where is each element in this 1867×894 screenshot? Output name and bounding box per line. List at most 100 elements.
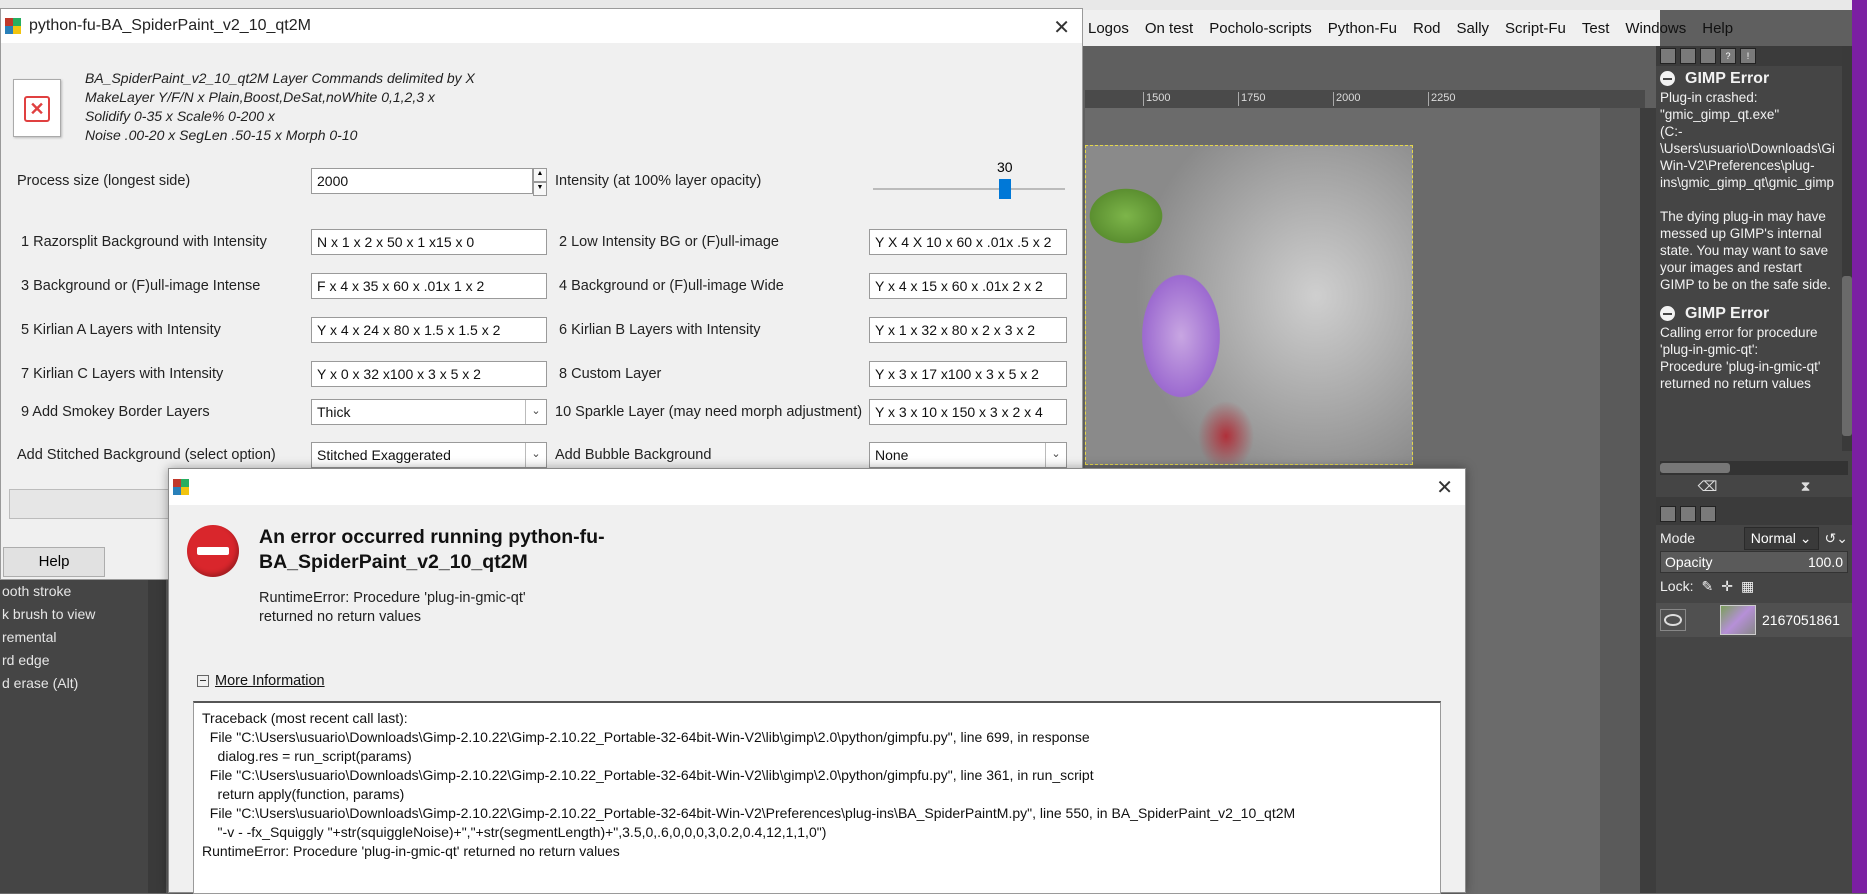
stepper-up-icon[interactable]: ▲ <box>533 168 547 182</box>
image-photo[interactable] <box>1085 145 1413 465</box>
chevron-down-icon[interactable]: ⌄ <box>525 443 546 467</box>
tool-option-label: d erase (Alt) <box>2 675 79 691</box>
canvas-vertical-scrollbar[interactable] <box>1640 108 1656 893</box>
lock-pixels-icon[interactable]: ✎ <box>1701 578 1713 595</box>
lock-position-icon[interactable]: ✛ <box>1721 578 1733 595</box>
layer-command-input[interactable]: Y x 1 x 32 x 80 x 2 x 3 x 2 <box>869 317 1067 343</box>
mode-row: Mode Normal ⌄ ↺⌄ <box>1656 525 1852 551</box>
dock-tabs: ? ! <box>1656 46 1852 66</box>
close-icon[interactable]: ✕ <box>1053 15 1070 40</box>
collapse-icon[interactable] <box>197 675 209 687</box>
error-titlebar[interactable]: ✕ <box>169 469 1465 505</box>
patterns-tab-icon[interactable] <box>1680 48 1696 64</box>
process-size-input[interactable]: 2000 <box>311 168 533 194</box>
error-line: (C:- <box>1660 124 1683 139</box>
tool-option-label: remental <box>2 629 57 645</box>
error-line: Procedure 'plug-in-gmic-qt' <box>1660 359 1821 374</box>
help-button[interactable]: Help <box>3 547 105 577</box>
right-dock: ? ! GIMP Error Plug-in crashed: "gmic_gim… <box>1656 46 1852 893</box>
error-line: Win-V2\Preferences\plug- <box>1660 158 1815 173</box>
fonts-tab-icon[interactable] <box>1700 48 1716 64</box>
layer-command-input[interactable]: Y x 4 x 24 x 80 x 1.5 x 1.5 x 2 <box>311 317 547 343</box>
layer-label: 3 Background or (F)ull-image Intense <box>21 278 261 294</box>
layer-item[interactable]: 2167051861 <box>1656 603 1852 637</box>
gimp-error-text: Plug-in crashed: "gmic_gimp_qt.exe" (C:- \U… <box>1660 89 1848 293</box>
chevron-down-icon: ⌄ <box>1799 529 1812 546</box>
horizontal-ruler[interactable]: 1500 1750 2000 2250 <box>1085 90 1645 108</box>
layers-dock-tabs <box>1656 503 1852 525</box>
menu-item[interactable]: Pocholo-scripts <box>1201 20 1320 37</box>
menu-item[interactable]: Help <box>1694 20 1741 37</box>
save-errors-icon[interactable]: ⧗ <box>1801 478 1811 495</box>
description-line: MakeLayer Y/F/N x Plain,Boost,DeSat,noWh… <box>85 89 435 105</box>
layer-command-input[interactable]: N x 1 x 2 x 50 x 1 x15 x 0 <box>311 229 547 255</box>
menu-item[interactable]: Sally <box>1449 20 1498 37</box>
chevron-down-icon[interactable]: ⌄ <box>525 400 546 424</box>
stitched-select[interactable]: Stitched Exaggerated ⌄ <box>311 442 547 468</box>
chevron-down-icon[interactable]: ⌄ <box>1045 443 1066 467</box>
more-information-toggle[interactable]: More Information <box>197 673 325 689</box>
sparkle-input[interactable]: Y x 3 x 10 x 150 x 3 x 2 x 4 <box>869 399 1067 425</box>
layer-thumbnail <box>1720 605 1756 635</box>
menu-item[interactable]: On test <box>1137 20 1201 37</box>
intensity-slider[interactable]: 30 <box>873 159 1065 199</box>
brushes-tab-icon[interactable] <box>1660 48 1676 64</box>
gimp-app-icon <box>173 479 189 495</box>
menu-item[interactable]: Test <box>1574 20 1618 37</box>
menu-item[interactable]: Logos <box>1080 20 1137 37</box>
desktop-edge <box>1852 0 1867 893</box>
plugin-titlebar[interactable]: python-fu-BA_SpiderPaint_v2_10_qt2M ✕ <box>1 9 1082 43</box>
bubble-select[interactable]: None ⌄ <box>869 442 1067 468</box>
error-message: RuntimeError: Procedure 'plug-in-gmic-qt… <box>259 590 526 625</box>
layer-label: 1 Razorsplit Background with Intensity <box>21 234 267 250</box>
lock-label: Lock: <box>1660 578 1694 594</box>
layers-tab-icon[interactable] <box>1660 506 1676 522</box>
mode-value: Normal <box>1750 529 1796 546</box>
error-heading: An error occurred running python-fu-BA_S… <box>259 526 605 573</box>
mode-select[interactable]: Normal ⌄ <box>1743 526 1819 550</box>
bubble-label: Add Bubble Background <box>555 447 712 463</box>
description-line: Noise .00-20 x SegLen .50-15 x Morph 0-1… <box>85 127 358 143</box>
gimp-error-title: GIMP Error <box>1685 70 1770 87</box>
slider-track[interactable] <box>873 188 1065 190</box>
traceback-text[interactable]: Traceback (most recent call last): File … <box>193 701 1441 894</box>
ruler-tick-label: 2000 <box>1333 92 1360 106</box>
progress-bar <box>9 489 179 519</box>
slider-thumb[interactable] <box>999 179 1011 199</box>
layer-command-input[interactable]: F x 4 x 35 x 60 x .01x 1 x 2 <box>311 273 547 299</box>
reset-mode-icon[interactable]: ↺⌄ <box>1825 530 1848 547</box>
layer-command-input[interactable]: Y x 3 x 17 x100 x 3 x 5 x 2 <box>869 361 1067 387</box>
description-line: Solidify 0-35 x Scale% 0-200 x <box>85 108 275 124</box>
error-minus-icon <box>1660 306 1675 321</box>
clear-errors-icon[interactable]: ⌫ <box>1698 478 1718 495</box>
layer-command-input[interactable]: Y X 4 X 10 x 60 x .01x .5 x 2 <box>869 229 1067 255</box>
scrollbar-thumb[interactable] <box>1842 276 1852 436</box>
menu-item[interactable]: Rod <box>1405 20 1449 37</box>
eye-icon[interactable] <box>1660 609 1686 631</box>
scrollbar-thumb[interactable] <box>1660 463 1730 473</box>
gimp-error-1: GIMP Error Plug-in crashed: "gmic_gimp_qt… <box>1656 66 1852 301</box>
warning-tab-icon[interactable]: ! <box>1740 48 1756 64</box>
menu-item[interactable]: Python-Fu <box>1320 20 1405 37</box>
error-console-scrollbar[interactable] <box>1660 461 1848 475</box>
smokey-select[interactable]: Thick ⌄ <box>311 399 547 425</box>
menu-item[interactable]: Windows <box>1617 20 1694 37</box>
lock-alpha-icon[interactable]: ▦ <box>1741 578 1754 595</box>
process-size-stepper[interactable]: ▲ ▼ <box>533 168 547 196</box>
menu-item[interactable]: Script-Fu <box>1497 20 1574 37</box>
opacity-slider[interactable]: Opacity 100.0 <box>1660 551 1848 573</box>
stitched-value: Stitched Exaggerated <box>317 447 451 463</box>
error-line: state. You may want to save <box>1660 243 1829 258</box>
vertical-ruler[interactable] <box>148 580 166 893</box>
stepper-down-icon[interactable]: ▼ <box>533 182 547 196</box>
error-minus-icon <box>1660 71 1675 86</box>
gimp-app-icon <box>5 18 21 34</box>
dock-scrollbar[interactable] <box>1842 46 1852 451</box>
close-icon[interactable]: ✕ <box>1436 475 1453 500</box>
layer-command-input[interactable]: Y x 4 x 15 x 60 x .01x 2 x 2 <box>869 273 1067 299</box>
layer-command-input[interactable]: Y x 0 x 32 x100 x 3 x 5 x 2 <box>311 361 547 387</box>
help-tab-icon[interactable]: ? <box>1720 48 1736 64</box>
paths-tab-icon[interactable] <box>1700 506 1716 522</box>
mode-label: Mode <box>1660 530 1696 546</box>
channels-tab-icon[interactable] <box>1680 506 1696 522</box>
